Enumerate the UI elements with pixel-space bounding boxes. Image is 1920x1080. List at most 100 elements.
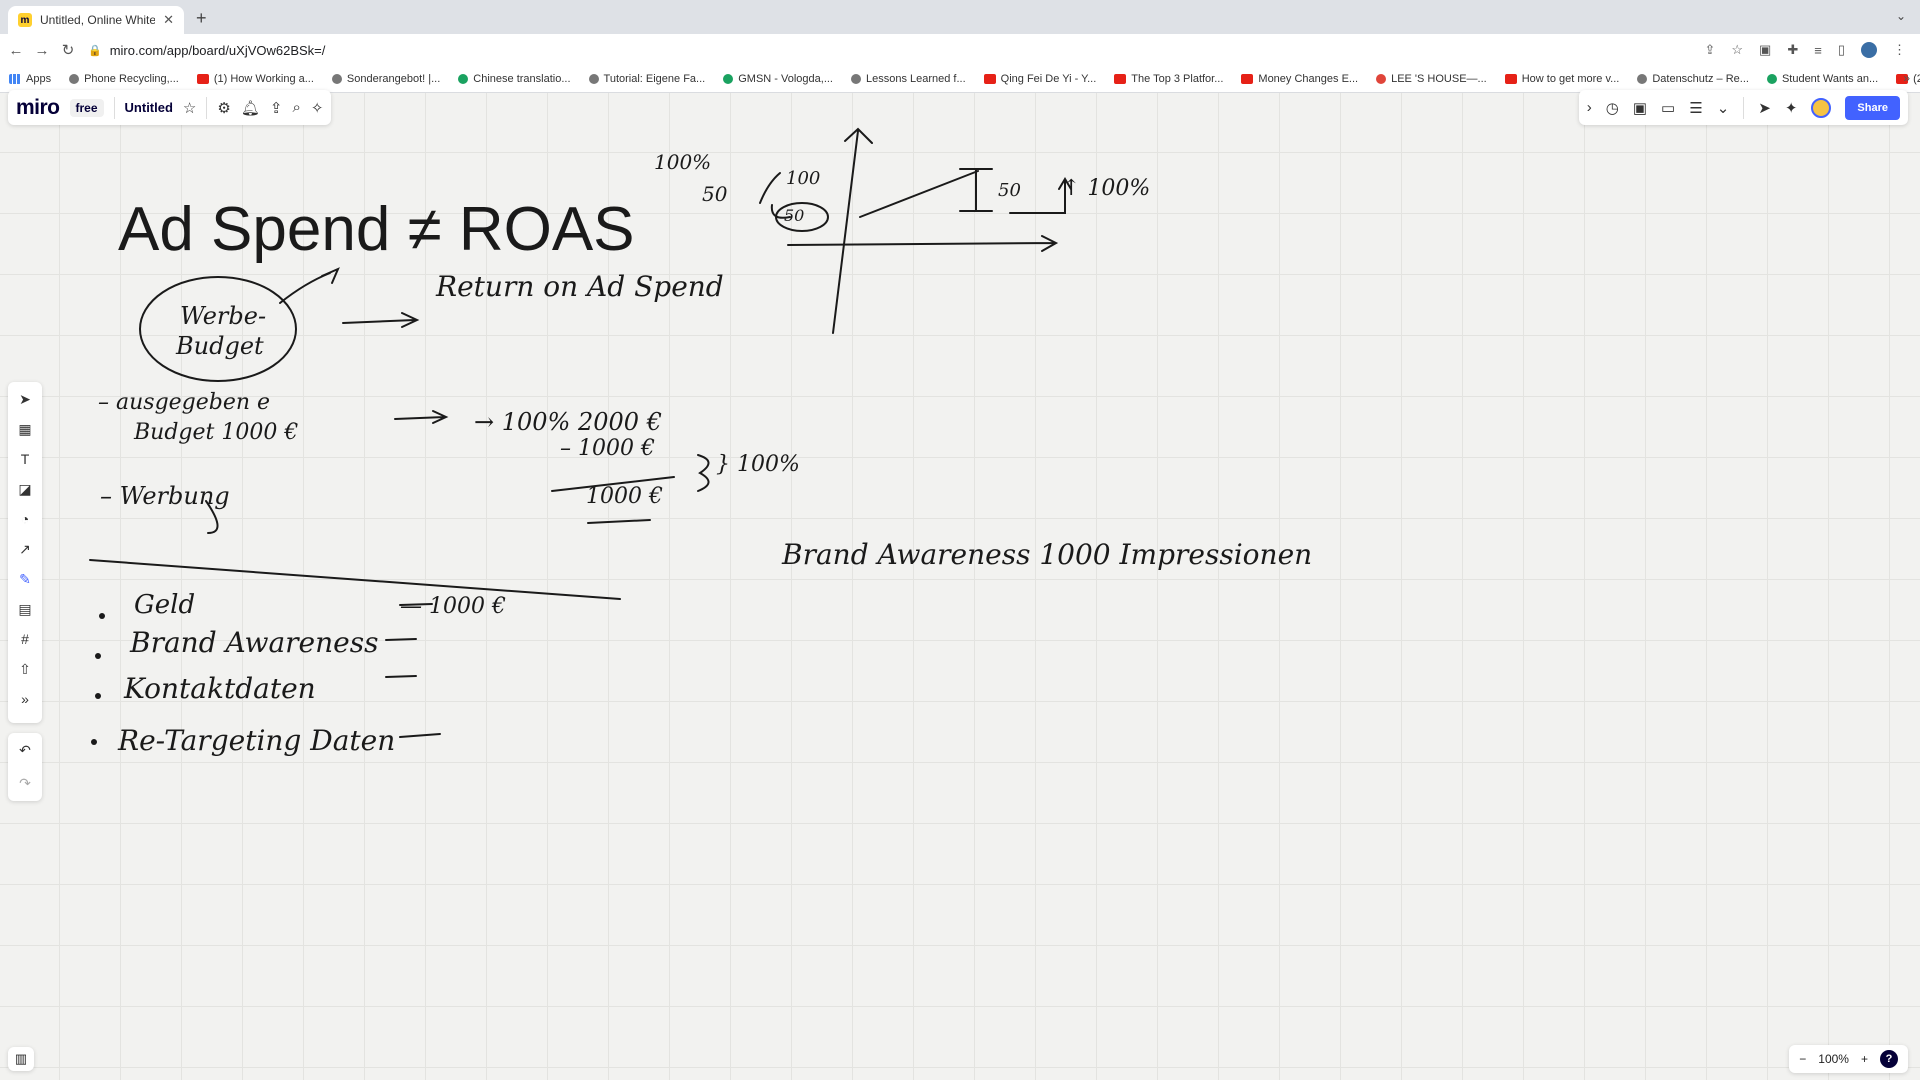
export-icon[interactable]: ⇪ — [270, 99, 283, 117]
item1-line1[interactable]: – ausgegeben e — [98, 390, 270, 415]
address-bar[interactable]: 🔒 miro.com/app/board/uXjVOw62BSk=/ — [88, 38, 1704, 62]
bookmark-item[interactable]: Qing Fei De Yi - Y... — [975, 73, 1106, 85]
minus-1000[interactable]: – 1000 € — [560, 436, 655, 461]
share-button[interactable]: Share — [1845, 95, 1900, 120]
bookmark-label: (1) How Working a... — [213, 73, 314, 85]
divider — [206, 96, 208, 119]
share-page-icon[interactable]: ⇪ — [1704, 42, 1715, 58]
bookmark-item[interactable]: GMSN - Vologda,... — [714, 73, 842, 85]
close-tab-icon[interactable]: ✕ — [163, 12, 174, 28]
upload-icon[interactable]: ⇧ — [19, 660, 31, 679]
bullet-1-geld[interactable]: Geld — [134, 590, 195, 620]
more-tools-icon[interactable]: » — [21, 690, 29, 709]
reaction-icon[interactable]: ✦ — [1785, 99, 1798, 117]
graph-100[interactable]: 100 — [786, 168, 820, 189]
bookmark-item[interactable]: Tutorial: Eigene Fa... — [580, 73, 715, 85]
reading-list-icon[interactable]: ≡ — [1814, 43, 1822, 58]
bookmark-item[interactable]: Datenschutz – Re... — [1628, 73, 1758, 85]
side-panel-icon[interactable]: ▯ — [1838, 42, 1845, 58]
miro-logo[interactable]: miro — [16, 96, 60, 120]
bookmark-label: Sonderangebot! |... — [346, 73, 441, 85]
more-chevron-icon[interactable]: ⌄ — [1717, 99, 1730, 117]
roas-definition[interactable]: Return on Ad Spend — [436, 270, 724, 303]
browser-tab[interactable]: m Untitled, Online Whiteboard fo ✕ — [8, 6, 184, 34]
board-name[interactable]: Untitled — [125, 100, 173, 115]
bullet-1-value[interactable]: — 1000 € — [400, 594, 506, 619]
user-avatar[interactable] — [1811, 97, 1832, 118]
undo-icon[interactable]: ↶ — [19, 741, 31, 760]
graph-50b[interactable]: 50 — [784, 206, 804, 225]
sticky-note-icon[interactable]: ◪ — [18, 480, 31, 499]
timer-icon[interactable]: ◷ — [1606, 99, 1619, 117]
item1-line2[interactable]: Budget 1000 € — [134, 420, 298, 445]
help-button[interactable]: ? — [1880, 1050, 1898, 1068]
new-tab-icon[interactable]: + — [196, 8, 207, 29]
frame-icon[interactable]: # — [21, 630, 29, 649]
puzzle-icon[interactable]: ✚ — [1787, 42, 1798, 58]
bookmark-item[interactable]: The Top 3 Platfor... — [1105, 73, 1232, 85]
bullet-2-brand[interactable]: Brand Awareness — [130, 626, 378, 659]
expand-chevron-icon[interactable]: › — [1587, 99, 1592, 116]
graph-pct[interactable]: 100% — [654, 150, 711, 174]
select-cursor-icon[interactable]: ➤ — [19, 390, 31, 409]
reload-icon[interactable]: ↻ — [58, 41, 78, 59]
extension-icon[interactable]: ▣ — [1759, 42, 1771, 58]
profile-avatar[interactable] — [1861, 42, 1877, 58]
graph-50c[interactable]: 50 — [998, 180, 1021, 201]
templates-icon[interactable]: ▦ — [18, 420, 31, 439]
video-icon[interactable]: ▣ — [1633, 99, 1647, 117]
notes-icon[interactable]: ☰ — [1689, 99, 1702, 117]
bookmark-item[interactable]: LEE 'S HOUSE—... — [1367, 73, 1496, 85]
bookmark-item[interactable]: Student Wants an... — [1758, 73, 1887, 85]
brand-impressions[interactable]: Brand Awareness 1000 Impressionen — [782, 538, 1312, 571]
plan-badge[interactable]: free — [69, 98, 104, 117]
arrow-calc[interactable]: → 100% 2000 € — [474, 408, 662, 436]
bookmark-item[interactable]: Phone Recycling,... — [60, 73, 188, 85]
divider — [1743, 96, 1745, 119]
present-icon[interactable]: ▭ — [1661, 99, 1675, 117]
pen-drawings[interactable] — [0, 93, 1920, 1080]
board-list-panel[interactable]: ▥ — [8, 1047, 34, 1071]
pen-tool-icon[interactable]: ✎ — [19, 570, 31, 589]
graph-100pct[interactable]: ↑ 100% — [1062, 176, 1150, 201]
search-icon[interactable]: ⌕ — [292, 99, 300, 116]
star-icon[interactable]: ☆ — [183, 99, 196, 117]
tab-search-chevron-icon[interactable]: ⌄ — [1896, 9, 1906, 23]
zoom-in-button[interactable]: + — [1861, 1052, 1868, 1066]
bullet-4-retargeting[interactable]: Re-Targeting Daten — [118, 724, 395, 757]
shapes-icon[interactable]: ◔ — [21, 510, 29, 529]
connection-line-icon[interactable]: ↗ — [19, 540, 31, 559]
result-1000[interactable]: 1000 € — [586, 484, 663, 509]
bookmark-label: Datenschutz – Re... — [1652, 73, 1749, 85]
bullet-3-kontakt[interactable]: Kontaktdaten — [124, 672, 316, 705]
bookmark-item[interactable]: Sonderangebot! |... — [323, 73, 449, 85]
zoom-out-button[interactable]: − — [1799, 1052, 1806, 1066]
oval-text-1[interactable]: Werbe- — [180, 302, 266, 330]
back-icon[interactable]: ← — [6, 42, 26, 59]
cursor-share-icon[interactable]: ➤ — [1758, 99, 1771, 117]
bookmark-item[interactable]: (1) How Working a... — [188, 73, 323, 85]
bookmark-star-icon[interactable]: ☆ — [1731, 42, 1743, 58]
oval-text-2[interactable]: Budget — [176, 332, 264, 360]
comment-icon[interactable]: ▤ — [18, 600, 31, 619]
bookmark-item[interactable]: Apps — [0, 73, 60, 85]
bookmark-favicon-icon — [1637, 74, 1648, 84]
bookmark-item[interactable]: Lessons Learned f... — [842, 73, 975, 85]
zoom-level[interactable]: 100% — [1818, 1052, 1849, 1066]
item2-werbung[interactable]: – Werbung — [100, 482, 230, 510]
bell-icon[interactable]: 🔔︎ — [241, 99, 260, 117]
more-bookmarks-icon[interactable]: » — [1903, 71, 1910, 85]
forward-icon[interactable]: → — [32, 42, 52, 59]
graph-50a[interactable]: 50 — [702, 182, 727, 206]
bookmark-item[interactable]: Chinese translatio... — [449, 73, 579, 85]
pct-100[interactable]: } 100% — [716, 452, 800, 477]
bookmark-item[interactable]: How to get more v... — [1496, 73, 1629, 85]
text-tool-icon[interactable]: T — [21, 450, 30, 469]
settings-gear-icon[interactable]: ⚙ — [217, 99, 230, 117]
sidebar-toggle-icon[interactable]: ▥ — [15, 1051, 27, 1067]
magic-icon[interactable]: ✧ — [311, 99, 324, 117]
menu-dots-icon[interactable]: ⋮ — [1893, 42, 1906, 58]
redo-icon[interactable]: ↷ — [19, 774, 31, 793]
bookmark-favicon-icon — [9, 74, 21, 84]
bookmark-item[interactable]: Money Changes E... — [1232, 73, 1367, 85]
